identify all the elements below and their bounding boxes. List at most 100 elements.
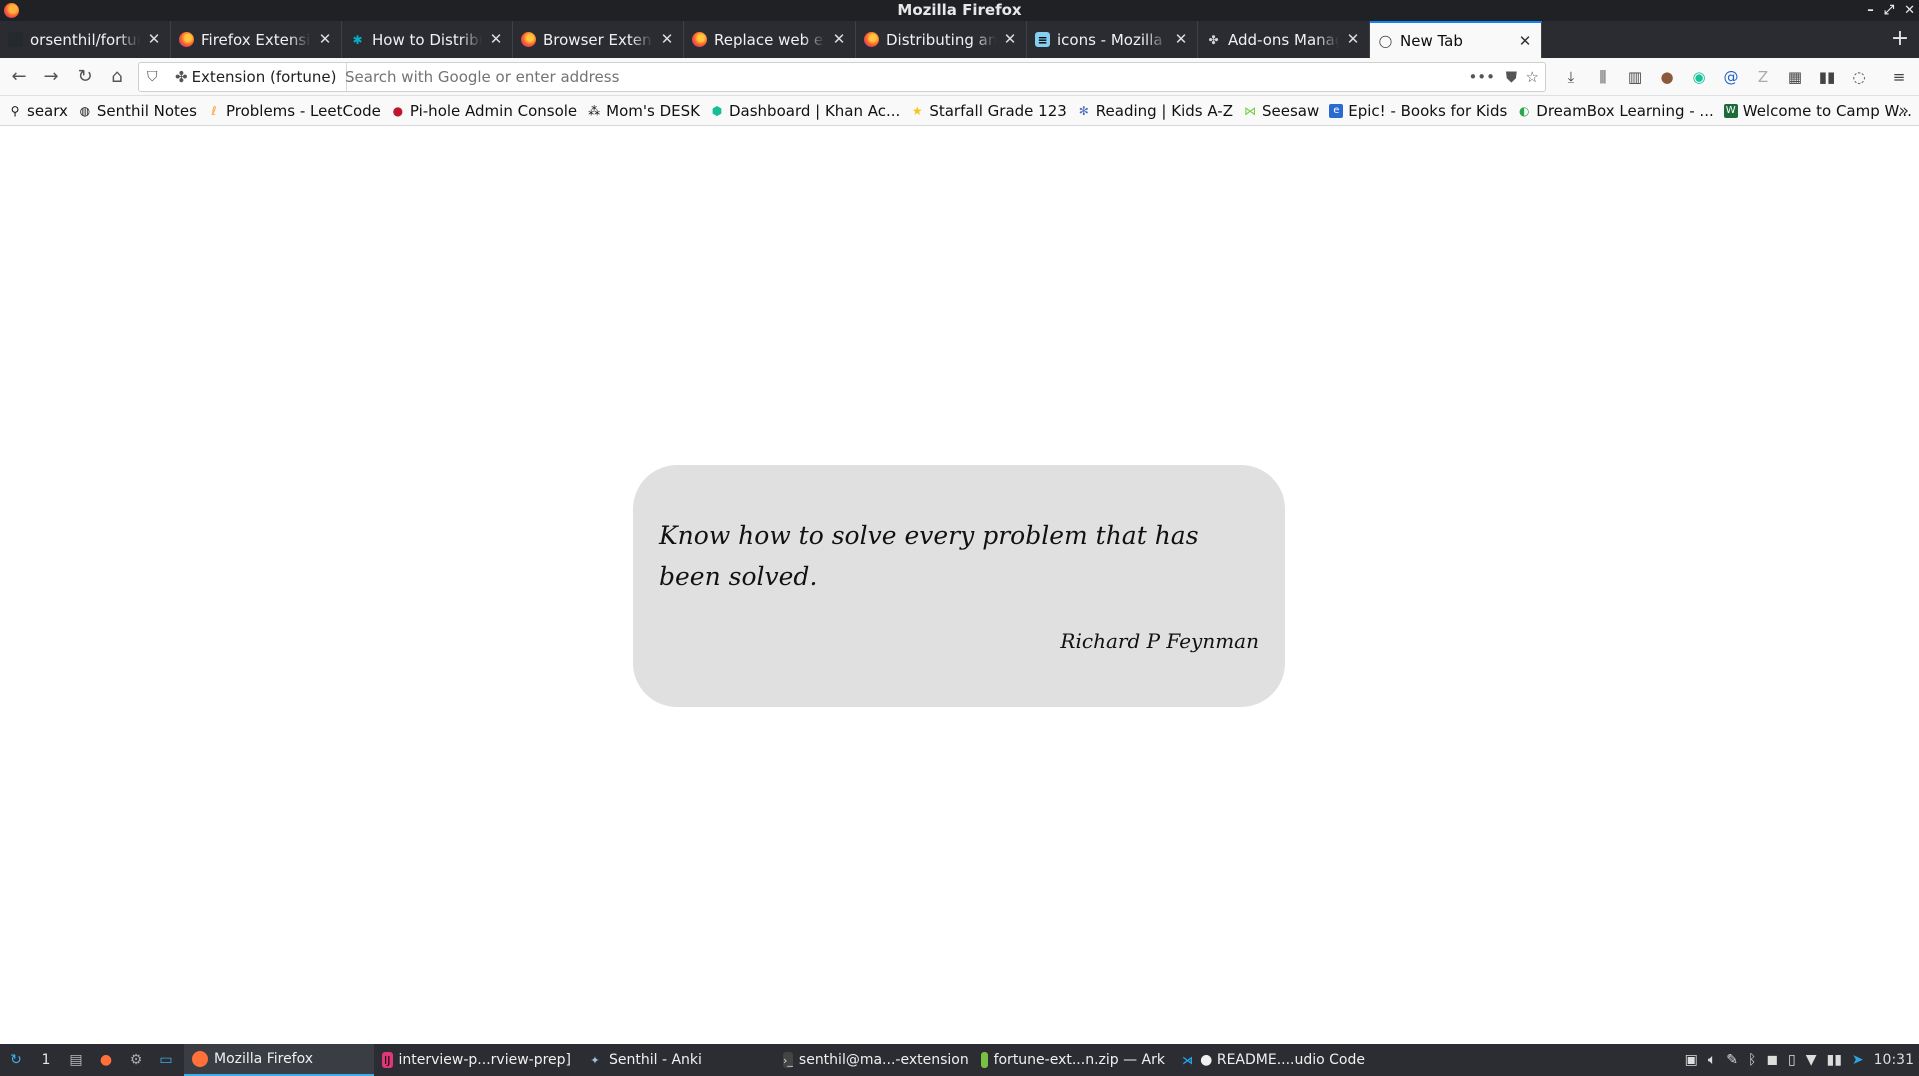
tab-firefox-extension[interactable]: Firefox Extension Wo ✕	[171, 21, 342, 58]
file-manager-icon[interactable]: ▤	[64, 1048, 88, 1072]
system-tray: ▣ 🔈︎ ✎ ᛒ ◼ ▯ ▼ ▮▮ ➤ 10:31	[1680, 1044, 1919, 1076]
pihole-icon: ●	[392, 103, 404, 118]
pen-icon[interactable]: ✎	[1726, 1052, 1738, 1068]
identity-label: Extension (fortune)	[191, 68, 337, 86]
tab-github[interactable]: orsenthil/fortune-bro ✕	[0, 21, 171, 58]
hamburger-menu-icon[interactable]: ≡	[1889, 67, 1909, 87]
close-tab-icon[interactable]: ✕	[1345, 31, 1361, 47]
bookmark-star-icon[interactable]: ☆	[1526, 63, 1539, 91]
tab-label: Distributing an add-o	[886, 30, 996, 49]
firefox-logo-icon[interactable]	[4, 3, 19, 18]
tab-replace-web-extension[interactable]: Replace web extensio ✕	[684, 21, 856, 58]
task-anki[interactable]: ✦ Senthil - Anki	[579, 1044, 775, 1076]
bookmark-moms-desk[interactable]: ⁂ Mom's DESK	[587, 96, 700, 126]
firefox-launcher-icon[interactable]: ●	[94, 1048, 118, 1072]
network-icon[interactable]: ▮▮	[1826, 1052, 1841, 1068]
close-tab-icon[interactable]: ✕	[146, 31, 162, 47]
tab-browser-extension[interactable]: Browser Extension D ✕	[513, 21, 684, 58]
extension-grid-icon[interactable]: ▦	[1785, 67, 1805, 87]
vscode-icon: ⋊	[1182, 1053, 1194, 1067]
barcode-icon[interactable]: ▮▮	[1817, 67, 1837, 87]
back-icon[interactable]: ←	[6, 64, 32, 90]
tab-mdn-icons[interactable]: ≡ icons - Mozilla | MDN ✕	[1027, 21, 1198, 58]
bookmarks-overflow-icon[interactable]: »	[1899, 96, 1909, 126]
bookmark-khan-academy[interactable]: ⬢ Dashboard | Khan Ac...	[710, 96, 901, 126]
close-tab-icon[interactable]: ✕	[831, 31, 847, 47]
bookmark-pihole[interactable]: ● Pi-hole Admin Console	[391, 96, 578, 126]
notification-icon[interactable]: ◼	[1766, 1052, 1778, 1068]
download-icon[interactable]: ⤓	[1561, 67, 1581, 87]
comment-icon[interactable]: ◌	[1849, 67, 1869, 87]
address-input[interactable]	[343, 65, 1443, 89]
close-tab-icon[interactable]: ✕	[1173, 31, 1189, 47]
pocket-icon[interactable]: ⛊	[1506, 63, 1517, 91]
account-avatar-icon[interactable]: ●	[1657, 67, 1677, 87]
task-terminal[interactable]: ›_ senthil@ma...-extension	[775, 1044, 973, 1076]
close-tab-icon[interactable]: ✕	[488, 31, 504, 47]
files-icon[interactable]: ▯	[1788, 1052, 1796, 1068]
window-title: Mozilla Firefox	[897, 1, 1022, 19]
settings-icon[interactable]: ⚙	[124, 1048, 148, 1072]
firefox-icon	[192, 1051, 208, 1067]
bluetooth-icon[interactable]: ᛒ	[1748, 1052, 1756, 1068]
url-bar[interactable]: ⛉ ✤Extension (fortune) ••• ⛊ ☆	[138, 62, 1546, 92]
wifi-icon[interactable]: ▼	[1806, 1052, 1817, 1068]
bookmark-searx[interactable]: ⚲ searx	[8, 96, 68, 126]
close-tab-icon[interactable]: ✕	[317, 31, 333, 47]
task-label: Mozilla Firefox	[214, 1051, 314, 1067]
close-tab-icon[interactable]: ✕	[659, 31, 675, 47]
anki-icon: ✦	[590, 1053, 600, 1067]
puzzle-icon: ✤	[1208, 32, 1219, 47]
bookmark-dreambox[interactable]: ◐ DreamBox Learning - ...	[1517, 96, 1714, 126]
bookmark-leetcode[interactable]: ℓ Problems - LeetCode	[207, 96, 380, 126]
tab-distributing-addon[interactable]: Distributing an add-o ✕	[856, 21, 1027, 58]
bookmark-seesaw[interactable]: ⋈ Seesaw	[1243, 96, 1319, 126]
bookmark-epic[interactable]: e Epic! - Books for Kids	[1329, 96, 1507, 126]
tab-addons-manager[interactable]: ✤ Add-ons Manager ✕	[1198, 21, 1370, 58]
task-intellij[interactable]: IJ interview-p...rview-prep]	[374, 1044, 579, 1076]
telegram-icon[interactable]: ➤	[1852, 1052, 1864, 1068]
close-tab-icon[interactable]: ✕	[1517, 33, 1533, 49]
workspace-indicator[interactable]: 1	[34, 1048, 58, 1072]
bookmark-starfall[interactable]: ★ Starfall Grade 123	[910, 96, 1067, 126]
task-firefox[interactable]: Mozilla Firefox	[184, 1044, 374, 1076]
close-tab-icon[interactable]: ✕	[1002, 31, 1018, 47]
page-actions-icon[interactable]: •••	[1468, 63, 1495, 91]
tab-new-tab[interactable]: ◯ New Tab ✕	[1370, 21, 1542, 58]
forward-icon[interactable]: →	[38, 64, 64, 90]
identity-box[interactable]: ✤ Extension (fortune)	[173, 63, 348, 91]
close-window-icon[interactable]: ✕	[1904, 0, 1915, 21]
sidebar-icon[interactable]: ▥	[1625, 67, 1645, 87]
clipboard-icon[interactable]: ▣	[1685, 1052, 1698, 1068]
task-ark[interactable]: fortune-ext...n.zip — Ark	[973, 1044, 1173, 1076]
shield-icon[interactable]: ⛉	[147, 69, 158, 85]
leetcode-icon: ℓ	[211, 103, 217, 118]
firefox-icon	[179, 32, 194, 47]
bookmark-senthil-notes[interactable]: ◍ Senthil Notes	[78, 96, 197, 126]
mdn-icon: ≡	[1035, 32, 1050, 47]
new-tab-button[interactable]: +	[1885, 21, 1915, 58]
quote-author: Richard P Feynman	[1060, 629, 1259, 653]
bookmark-camp[interactable]: W Welcome to Camp W...	[1723, 96, 1912, 126]
app-launcher-icon[interactable]: ↻	[4, 1048, 28, 1072]
volume-icon[interactable]: 🔈︎	[1708, 1052, 1716, 1068]
reload-icon[interactable]: ↻	[72, 64, 98, 90]
library-icon[interactable]: ⫼	[1593, 67, 1613, 87]
extension-at-icon[interactable]: @	[1721, 67, 1741, 87]
bookmark-label: Pi-hole Admin Console	[409, 101, 578, 120]
starfall-icon: ★	[911, 103, 923, 118]
show-desktop-icon[interactable]: ▭	[154, 1048, 178, 1072]
tab-label: icons - Mozilla | MDN	[1057, 30, 1167, 49]
firefox-icon	[692, 32, 707, 47]
home-icon[interactable]: ⌂	[104, 64, 130, 90]
task-vscode[interactable]: ⋊ ● README....udio Code	[1173, 1044, 1373, 1076]
tab-how-to-distribute[interactable]: ✱ How to Distribute thi ✕	[342, 21, 513, 58]
minimize-icon[interactable]: –	[1867, 0, 1874, 21]
task-label: ● README....udio Code	[1200, 1052, 1365, 1068]
grammarly-icon[interactable]: ◉	[1689, 67, 1709, 87]
bookmark-label: Senthil Notes	[96, 101, 197, 120]
maximize-icon[interactable]: ⤢	[1884, 0, 1894, 21]
clock[interactable]: 10:31	[1874, 1052, 1914, 1068]
bookmark-reading-kids[interactable]: ✻ Reading | Kids A-Z	[1077, 96, 1233, 126]
zotero-icon[interactable]: Z	[1753, 67, 1773, 87]
